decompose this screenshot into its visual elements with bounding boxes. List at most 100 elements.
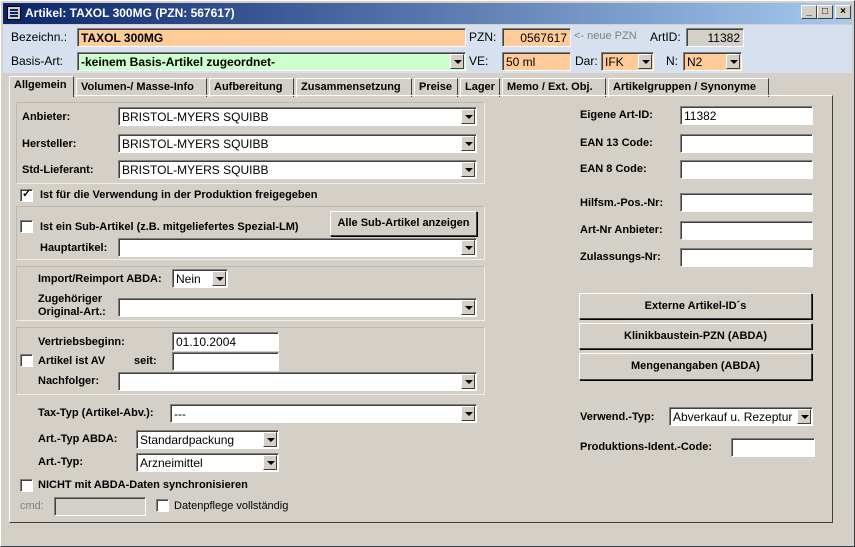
import-value: Nein [176, 272, 201, 286]
hersteller-label: Hersteller: [22, 138, 77, 150]
minimize-button[interactable]: _ [801, 5, 817, 19]
av-checkbox[interactable] [20, 354, 33, 367]
seit-label: seit: [134, 355, 157, 367]
hauptartikel-label: Hauptartikel: [40, 242, 108, 254]
ean8-label: EAN 8 Code: [580, 163, 647, 175]
chevron-down-icon[interactable] [461, 109, 475, 124]
anbieter-dropdown[interactable]: BRISTOL-MYERS SQUIBB [118, 107, 477, 126]
tax-typ-dropdown[interactable]: --- [170, 404, 477, 423]
original-art-label: Original-Art.: [38, 306, 106, 318]
cmd-label: cmd: [20, 500, 44, 512]
basis-art-value: -keinem Basis-Artikel zugeordnet- [81, 55, 276, 69]
n-label: N: [666, 54, 678, 68]
chevron-down-icon[interactable] [461, 374, 475, 389]
verwend-typ-value: Abverkauf u. Rezeptur [673, 410, 793, 424]
article-header: Bezeichn.: TAXOL 300MG PZN: 0567617 <- n… [3, 25, 852, 73]
zulassungs-nr-field[interactable] [680, 248, 813, 267]
bezeichnung-label: Bezeichn.: [11, 30, 68, 44]
chevron-down-icon[interactable] [263, 432, 277, 447]
ean13-field[interactable] [680, 134, 813, 153]
chevron-down-icon[interactable] [461, 406, 475, 421]
chevron-down-icon[interactable] [461, 300, 475, 315]
tab-panel-allgemein: Anbieter: BRISTOL-MYERS SQUIBB Herstelle… [9, 95, 833, 523]
anbieter-label: Anbieter: [22, 111, 71, 123]
klinikbaustein-button[interactable]: Klinikbaustein-PZN (ABDA) [579, 323, 812, 349]
eigene-art-id-field[interactable]: 11382 [680, 106, 813, 125]
hilfsm-label: Hilfsm.-Pos.-Nr: [580, 197, 664, 209]
original-art-dropdown[interactable] [118, 298, 477, 317]
close-button[interactable]: × [835, 5, 851, 19]
hersteller-value: BRISTOL-MYERS SQUIBB [122, 137, 269, 151]
std-lieferant-dropdown[interactable]: BRISTOL-MYERS SQUIBB [118, 160, 477, 179]
chevron-down-icon[interactable] [726, 54, 740, 69]
seit-field[interactable] [172, 352, 279, 371]
new-pzn-link[interactable]: <- neue PZN [574, 30, 637, 42]
hauptartikel-dropdown[interactable] [118, 238, 477, 257]
chevron-down-icon[interactable] [638, 54, 652, 69]
produktion-checkbox[interactable] [20, 187, 33, 202]
tax-typ-label: Tax-Typ (Artikel-Abv.): [38, 407, 154, 419]
chevron-down-icon[interactable] [450, 54, 464, 69]
dar-dropdown[interactable]: IFK [601, 52, 654, 71]
std-lieferant-label: Std-Lieferant: [22, 164, 94, 176]
pzn-label: PZN: [469, 30, 497, 44]
ve-field[interactable]: 50 ml [502, 52, 571, 71]
chevron-down-icon[interactable] [461, 162, 475, 177]
artid-label: ArtID: [650, 30, 681, 44]
av-label: Artikel ist AV [38, 355, 106, 367]
datenpflege-checkbox[interactable] [156, 499, 169, 512]
art-typ-value: Arzneimittel [140, 456, 203, 470]
dar-label: Dar: [575, 54, 598, 68]
basis-art-label: Basis-Art: [11, 54, 64, 68]
produktions-ident-field[interactable] [731, 438, 815, 457]
pzn-field[interactable]: 0567617 [502, 28, 571, 47]
nicht-abda-checkbox[interactable] [20, 479, 33, 492]
ean8-field[interactable] [680, 160, 813, 179]
nachfolger-label: Nachfolger: [38, 375, 100, 387]
hilfsm-field[interactable] [680, 193, 813, 212]
chevron-down-icon[interactable] [461, 240, 475, 255]
zulassungs-nr-label: Zulassungs-Nr: [580, 251, 661, 263]
datenpflege-label: Datenpflege vollständig [174, 500, 289, 512]
tab-allgemein[interactable]: Allgemein [9, 76, 74, 97]
nachfolger-dropdown[interactable] [118, 372, 477, 391]
art-typ-abda-dropdown[interactable]: Standardpackung [136, 430, 279, 449]
art-typ-label: Art.-Typ: [38, 456, 84, 468]
window-title: Artikel: TAXOL 300MG (PZN: 567617) [25, 6, 235, 20]
article-window: Artikel: TAXOL 300MG (PZN: 567617) _ □ ×… [0, 0, 855, 547]
n-dropdown[interactable]: N2 [683, 52, 742, 71]
eigene-art-id-label: Eigene Art-ID: [580, 109, 653, 121]
ve-label: VE: [469, 54, 489, 68]
maximize-button[interactable]: □ [817, 5, 833, 19]
anbieter-value: BRISTOL-MYERS SQUIBB [122, 110, 269, 124]
title-bar: Artikel: TAXOL 300MG (PZN: 567617) _ □ × [3, 3, 852, 24]
bezeichnung-field[interactable]: TAXOL 300MG [77, 28, 466, 47]
artnr-anbieter-field[interactable] [680, 221, 813, 240]
mengenangaben-button[interactable]: Mengenangaben (ABDA) [579, 353, 812, 380]
produktion-label: Ist für die Verwendung in der Produktion… [40, 189, 318, 201]
import-dropdown[interactable]: Nein [172, 269, 228, 288]
cmd-field [54, 497, 146, 516]
chevron-down-icon[interactable] [461, 136, 475, 151]
chevron-down-icon[interactable] [263, 455, 277, 470]
subartikel-label: Ist ein Sub-Artikel (z.B. mitgeliefertes… [40, 221, 299, 233]
art-typ-abda-value: Standardpackung [140, 433, 235, 447]
chevron-down-icon[interactable] [797, 409, 811, 424]
tax-typ-value: --- [174, 407, 186, 421]
subartikel-checkbox[interactable] [20, 220, 33, 233]
import-label: Import/Reimport ABDA: [38, 273, 162, 285]
verwend-typ-dropdown[interactable]: Abverkauf u. Rezeptur [669, 407, 813, 426]
vertriebsbeginn-field[interactable]: 01.10.2004 [172, 332, 279, 351]
ean13-label: EAN 13 Code: [580, 137, 653, 149]
hersteller-dropdown[interactable]: BRISTOL-MYERS SQUIBB [118, 134, 477, 153]
zugehoeriger-label: Zugehöriger [38, 293, 103, 305]
form-icon [7, 6, 21, 20]
chevron-down-icon[interactable] [212, 271, 226, 286]
art-typ-dropdown[interactable]: Arzneimittel [136, 453, 279, 472]
n-value: N2 [687, 55, 703, 69]
art-typ-abda-label: Art.-Typ ABDA: [38, 433, 118, 445]
external-ids-button[interactable]: Externe Artikel-ID´s [579, 293, 812, 319]
show-sub-articles-button[interactable]: Alle Sub-Artikel anzeigen [330, 211, 477, 236]
basis-art-dropdown[interactable]: -keinem Basis-Artikel zugeordnet- [77, 52, 466, 71]
produktions-ident-label: Produktions-Ident.-Code: [580, 441, 712, 453]
